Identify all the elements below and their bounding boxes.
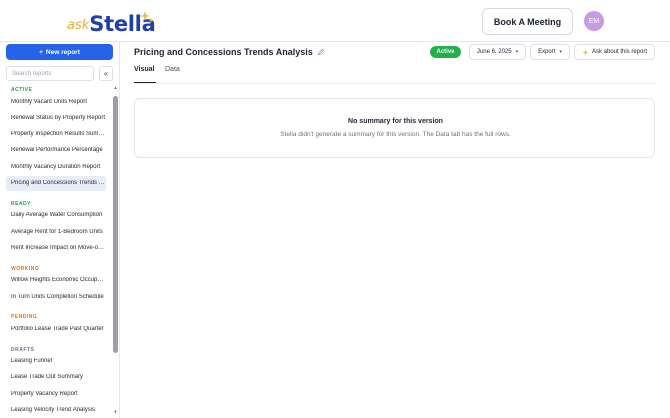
tabs-divider <box>134 83 655 84</box>
section-label: WORKING <box>11 265 40 272</box>
sidebar-report-item[interactable]: Portfolio Lease Trade Past Quarter <box>6 321 106 336</box>
sidebar-report-item[interactable]: Pricing and Concessions Trends Analysis <box>6 175 106 191</box>
sidebar-report-label: Lease Trade Out Summary <box>11 374 84 381</box>
edit-pencil-icon[interactable] <box>317 48 325 56</box>
ask-label: Ask about this report <box>591 49 648 55</box>
export-dropdown[interactable]: Export ▾ <box>530 44 570 60</box>
version-date-dropdown[interactable]: June 6, 2025 ▾ <box>469 44 526 60</box>
sidebar-report-label: Renewal Status by Property Report <box>11 114 106 121</box>
report-tabs: Visual Data <box>134 66 655 83</box>
book-meeting-button[interactable]: Book A Meeting <box>482 8 573 35</box>
date-label: June 6, 2025 <box>476 49 512 55</box>
sidebar-report-item[interactable]: Leasing Funnel <box>6 354 106 369</box>
section-label: ACTIVE <box>11 87 33 93</box>
sidebar-report-label: Portfolio Lease Trade Past Quarter <box>11 325 104 332</box>
new-report-label: New report <box>45 48 80 56</box>
sidebar-report-item[interactable]: Monthly Vacancy Duration Report <box>6 159 106 174</box>
sidebar-report-item[interactable]: Monthly Vacant Units Report <box>6 94 106 109</box>
export-label: Export <box>538 49 556 55</box>
top-header: ask Stella Book A Meeting EM <box>0 0 670 42</box>
avatar[interactable]: EM <box>584 11 604 31</box>
chevron-down-icon: ▾ <box>515 49 519 55</box>
new-report-button[interactable]: + New report <box>6 44 113 60</box>
sidebar-report-label: Property Inspection Results Summary <box>11 131 106 138</box>
sidebar-report-label: Monthly Vacancy Duration Report <box>11 163 101 170</box>
summary-text: Stella didn't generate a summary for thi… <box>280 131 511 138</box>
sidebar-report-label: Leasing Funnel <box>11 358 53 365</box>
sidebar-report-item[interactable]: Willow Heights Economic Occupancy <box>6 273 106 288</box>
plus-icon: + <box>39 48 43 56</box>
sparkle-icon <box>582 48 589 56</box>
sidebar-report-label: In Turn Units Completion Schedule <box>11 293 104 300</box>
sidebar-report-item[interactable]: Renewal Status by Property Report <box>6 110 106 125</box>
logo-ask-text: ask <box>67 18 90 33</box>
summary-title: No summary for this version <box>348 118 443 125</box>
report-title-bar: Pricing and Concessions Trends Analysis <box>134 44 325 60</box>
sidebar-report-item[interactable]: Property Inspection Results Summary <box>6 127 106 142</box>
sidebar-report-item[interactable]: Property Vacancy Report <box>6 386 106 401</box>
sidebar-report-item[interactable]: Leasing Velocity Trend Analysis <box>6 403 106 418</box>
scroll-up-arrow-icon[interactable]: ▲ <box>113 86 118 90</box>
ask-about-report-button[interactable]: Ask about this report <box>574 44 655 60</box>
sidebar-report-label: Willow Heights Economic Occupancy <box>11 277 106 284</box>
sidebar-scrollbar[interactable] <box>113 96 118 353</box>
scroll-down-arrow-icon[interactable]: ▼ <box>113 410 118 414</box>
sidebar-report-item[interactable]: Daily Average Water Consumption <box>6 208 106 223</box>
sidebar-report-label: Monthly Vacant Units Report <box>11 98 87 105</box>
sidebar-report-item[interactable]: Average Rent for 1-Bedroom Units <box>6 224 106 239</box>
status-badge: Active <box>430 46 461 58</box>
tab-visual[interactable]: Visual <box>134 66 156 83</box>
sidebar-report-label: Daily Average Water Consumption <box>11 212 103 219</box>
search-input[interactable]: Search reports <box>6 66 94 81</box>
sidebar-report-label: Average Rent for 1-Bedroom Units <box>11 228 103 235</box>
section-label: DRAFTS <box>11 346 35 353</box>
sidebar-report-label: Rent Increase Impact on Move-outs <box>11 244 106 251</box>
page-title: Pricing and Concessions Trends Analysis <box>134 47 313 57</box>
sidebar-report-item[interactable]: Lease Trade Out Summary <box>6 370 106 385</box>
sidebar-report-item[interactable]: Rent Increase Impact on Move-outs <box>6 240 106 255</box>
sidebar-report-label: Renewal Performance Percentage <box>11 147 103 154</box>
sidebar-report-item[interactable]: In Turn Units Completion Schedule <box>6 289 106 304</box>
sidebar-report-label: Leasing Velocity Trend Analysis <box>11 407 96 413</box>
section-label: READY <box>11 200 32 207</box>
sidebar: + New report Search reports « ACTIVE Mont… <box>0 42 120 418</box>
sidebar-report-item[interactable]: Renewal Performance Percentage <box>6 143 106 158</box>
summary-card: No summary for this version Stella didn'… <box>134 98 655 158</box>
chevron-down-icon: ▾ <box>559 49 562 55</box>
section-label: PENDING <box>11 314 38 321</box>
collapse-sidebar-button[interactable]: « <box>99 66 113 81</box>
sparkle-icon <box>140 11 154 23</box>
tab-data[interactable]: Data <box>165 66 183 83</box>
sidebar-report-label: Pricing and Concessions Trends Analysis <box>11 180 106 186</box>
sidebar-report-label: Property Vacancy Report <box>11 390 78 397</box>
